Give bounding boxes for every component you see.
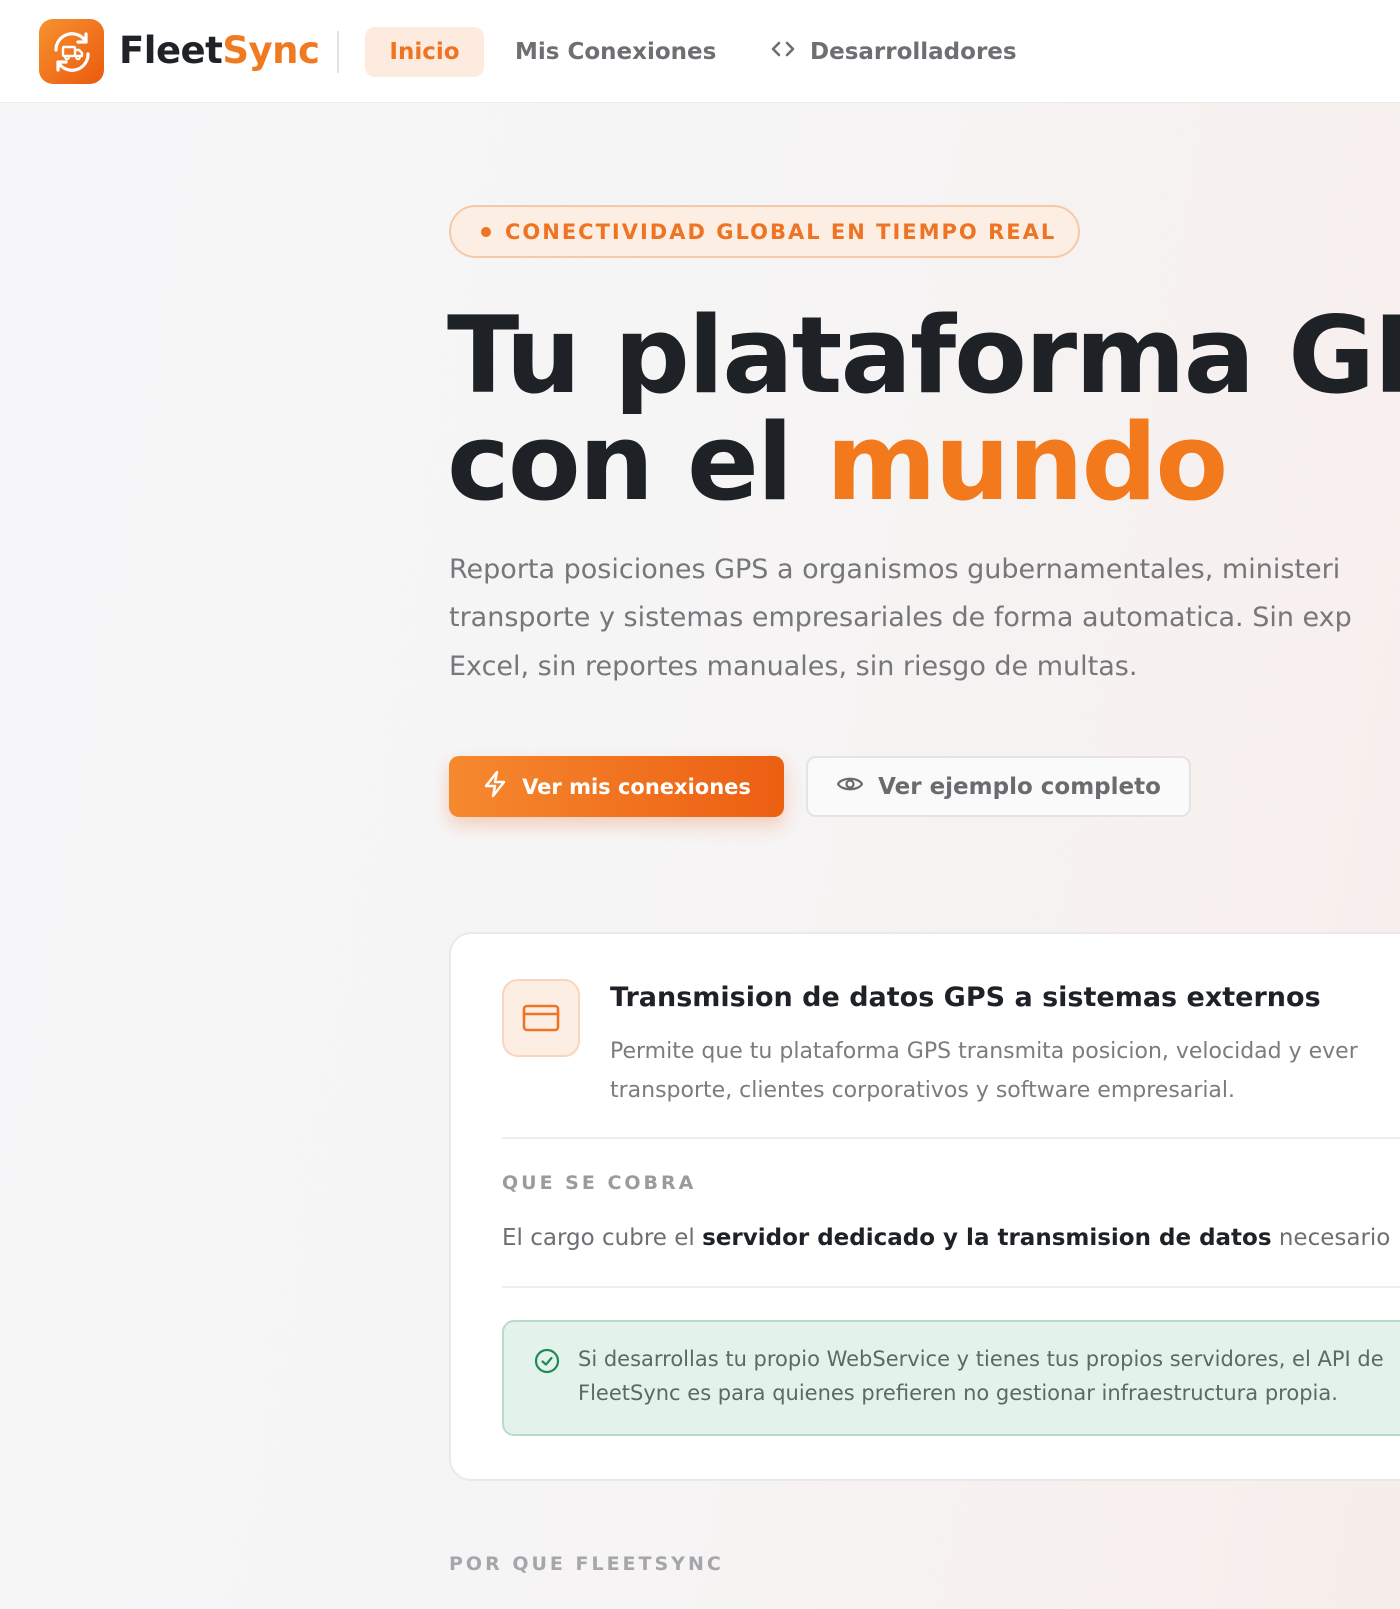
code-icon	[770, 27, 796, 77]
charge-text-pre: El cargo cubre el	[502, 1225, 703, 1251]
info-note: Si desarrollas tu propio WebService y ti…	[502, 1320, 1400, 1436]
check-circle-icon	[534, 1348, 560, 1378]
brand-name-part1: Fleet	[119, 29, 223, 72]
card-desc-line1: Permite que tu plataforma GPS transmita …	[610, 1039, 1358, 1064]
gps-transmission-card: Transmision de datos GPS a sistemas exte…	[449, 932, 1400, 1481]
credit-card-icon	[502, 979, 580, 1057]
top-navigation-bar: FleetSync Inicio Mis Conexiones Desarrol…	[0, 0, 1400, 103]
hero-lead-line3: Excel, sin reportes manuales, sin riesgo…	[449, 651, 1138, 682]
charge-text: El cargo cubre el servidor dedicado y la…	[502, 1220, 1390, 1256]
view-connections-button[interactable]: Ver mis conexiones	[449, 756, 784, 817]
note-line2: FleetSync es para quienes prefieren no g…	[578, 1381, 1338, 1405]
card-desc-line2: transporte, clientes corporativos y soft…	[610, 1078, 1236, 1103]
card-divider-bottom	[502, 1286, 1400, 1288]
truck-sync-icon[interactable]	[39, 19, 104, 84]
charge-section-label: QUE SE COBRA	[502, 1172, 697, 1194]
nav-item-home[interactable]: Inicio	[365, 27, 484, 77]
lightning-icon	[482, 770, 508, 803]
hero-title-prefix: con el	[447, 401, 827, 524]
hero-title-line2: con el mundo	[447, 405, 1228, 520]
hero-title-line1: Tu plataforma GP	[447, 294, 1400, 417]
hero-title-accent: mundo	[826, 401, 1228, 524]
nav-item-connections[interactable]: Mis Conexiones	[515, 27, 716, 77]
badge-text: CONECTIVIDAD GLOBAL EN TIEMPO REAL	[505, 219, 1057, 244]
view-example-button[interactable]: Ver ejemplo completo	[806, 756, 1191, 817]
why-fleetsync-heading: POR QUE FLEETSYNC	[449, 1553, 724, 1575]
view-connections-label: Ver mis conexiones	[522, 774, 751, 799]
brand-name-part2: Sync	[222, 29, 320, 72]
nav-item-developers-label: Desarrolladores	[810, 39, 1017, 65]
eye-icon	[836, 774, 864, 800]
realtime-badge: CONECTIVIDAD GLOBAL EN TIEMPO REAL	[449, 205, 1080, 258]
hero-lead-line1: Reporta posiciones GPS a organismos gube…	[449, 554, 1341, 585]
charge-text-bold: servidor dedicado y la transmision de da…	[702, 1225, 1272, 1251]
note-line1: Si desarrollas tu propio WebService y ti…	[578, 1347, 1384, 1371]
card-title: Transmision de datos GPS a sistemas exte…	[610, 982, 1321, 1013]
brand-name[interactable]: FleetSync	[119, 27, 320, 75]
charge-text-post: necesario	[1271, 1225, 1391, 1251]
header-divider	[337, 31, 339, 73]
view-example-label: Ver ejemplo completo	[878, 773, 1161, 800]
hero-lead-line2: transporte y sistemas empresariales de f…	[449, 602, 1352, 633]
nav-item-developers[interactable]: Desarrolladores	[770, 27, 1017, 77]
card-divider-top	[502, 1137, 1400, 1139]
badge-dot	[481, 226, 491, 237]
